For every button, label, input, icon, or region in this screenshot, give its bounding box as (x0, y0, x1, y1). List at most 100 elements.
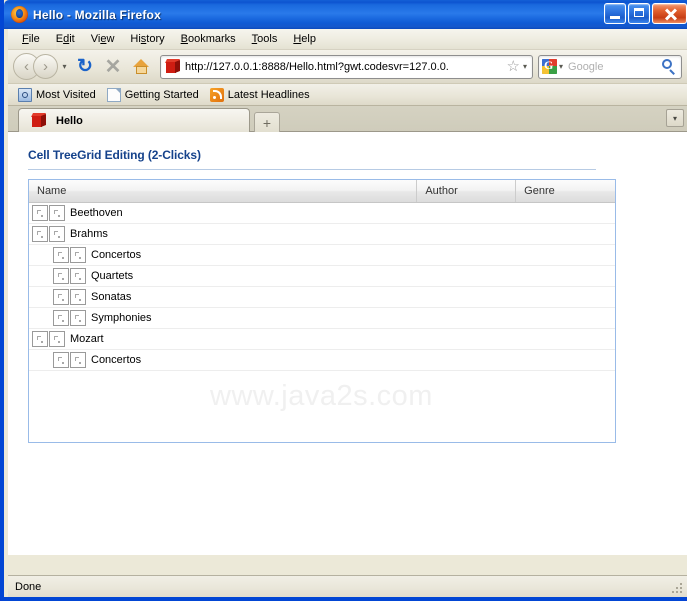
expander-broken-image-icon[interactable] (53, 247, 69, 263)
expander-broken-image-icon[interactable] (53, 352, 69, 368)
chevron-down-icon[interactable]: ▾ (523, 62, 527, 71)
expander-broken-image-icon[interactable] (32, 331, 48, 347)
expander-broken-image-icon[interactable] (53, 289, 69, 305)
node-broken-image-icon[interactable] (70, 310, 86, 326)
minimize-button[interactable] (604, 3, 626, 24)
page-content: Cell TreeGrid Editing (2-Clicks) Name Aut… (8, 132, 687, 443)
menu-bookmarks[interactable]: Bookmarks (173, 31, 244, 47)
home-button[interactable] (128, 54, 154, 80)
page-icon (106, 87, 121, 102)
table-row[interactable]: Concertos (29, 350, 615, 371)
bookmark-label: Latest Headlines (227, 88, 310, 101)
search-input[interactable]: Google (568, 61, 660, 73)
search-bar[interactable]: G ▾ Google (538, 54, 682, 79)
title-bar: Hello - Mozilla Firefox (4, 0, 687, 29)
cell-name[interactable]: Mozart (29, 329, 417, 350)
node-broken-image-icon[interactable] (70, 268, 86, 284)
table-row[interactable]: Symphonies (29, 308, 615, 329)
node-broken-image-icon[interactable] (70, 352, 86, 368)
close-button[interactable] (652, 3, 687, 24)
menu-bar: File Edit View History Bookmarks Tools H… (8, 29, 687, 50)
browser-window-root: Hello - Mozilla Firefox File Edit View H… (0, 0, 687, 601)
stop-button[interactable]: ✕ (100, 54, 126, 80)
url-input[interactable]: http://127.0.0.1:8888/Hello.html?gwt.cod… (185, 61, 504, 73)
menu-history[interactable]: History (122, 31, 172, 47)
bookmark-label: Getting Started (124, 88, 199, 101)
table-row[interactable]: Brahms (29, 224, 615, 245)
row-name-label: Concertos (91, 249, 142, 261)
expander-broken-image-icon[interactable] (32, 205, 48, 221)
cell-name[interactable]: Symphonies (29, 308, 417, 329)
row-name-label: Mozart (70, 333, 104, 345)
table-row[interactable]: Mozart (29, 329, 615, 350)
forward-button[interactable]: › (33, 54, 58, 79)
cell-name[interactable]: Concertos (29, 245, 417, 266)
stop-icon: ✕ (104, 55, 122, 78)
row-name-label: Symphonies (91, 312, 152, 324)
row-name-label: Brahms (70, 228, 108, 240)
bookmark-most-visited[interactable]: Most Visited (16, 87, 101, 103)
tab-list-button[interactable]: ▾ (666, 109, 684, 127)
search-magnifier-icon[interactable] (660, 58, 678, 76)
bookmark-star-icon[interactable]: ☆ (507, 59, 520, 74)
row-name-label: Beethoven (70, 207, 123, 219)
node-broken-image-icon[interactable] (49, 331, 65, 347)
search-engine-dropdown-icon[interactable]: ▾ (559, 62, 563, 71)
menu-edit[interactable]: Edit (48, 31, 83, 47)
bookmark-latest-headlines[interactable]: Latest Headlines (208, 87, 315, 103)
table-row[interactable]: Concertos (29, 245, 615, 266)
menu-view[interactable]: View (83, 31, 123, 47)
menu-help[interactable]: Help (285, 31, 324, 47)
column-header-genre[interactable]: Genre (516, 180, 616, 202)
expander-broken-image-icon[interactable] (53, 268, 69, 284)
cell-name[interactable]: Brahms (29, 224, 417, 245)
back-arrow-icon: ‹ (24, 58, 29, 75)
cell-name[interactable]: Sonatas (29, 287, 417, 308)
column-header-label: Name (37, 185, 67, 197)
bookmarks-toolbar: Most Visited Getting Started Latest Head… (8, 84, 687, 106)
window-controls (604, 3, 687, 24)
expander-broken-image-icon[interactable] (32, 226, 48, 242)
maximize-button[interactable] (628, 3, 650, 24)
google-icon: G (542, 59, 557, 74)
rss-feed-icon (209, 87, 224, 102)
column-header-label: Genre (524, 185, 555, 197)
table-row[interactable]: Quartets (29, 266, 615, 287)
tab-hello[interactable]: Hello (18, 108, 250, 132)
column-header-author[interactable]: Author (417, 180, 517, 202)
window-frame: Hello - Mozilla Firefox File Edit View H… (0, 0, 687, 601)
most-visited-icon (18, 87, 32, 102)
browser-client-area: File Edit View History Bookmarks Tools H… (8, 29, 687, 597)
home-icon (132, 59, 150, 74)
gwt-cube-icon (31, 113, 47, 128)
node-broken-image-icon[interactable] (70, 289, 86, 305)
plus-icon: + (262, 114, 272, 131)
menu-file[interactable]: File (14, 31, 48, 47)
back-forward-dropdown-icon[interactable]: ▾ (59, 62, 70, 71)
new-tab-button[interactable]: + (254, 112, 280, 132)
node-broken-image-icon[interactable] (49, 226, 65, 242)
nav-buttons: ‹ › ▾ ↻ ✕ (13, 53, 154, 80)
bookmark-getting-started[interactable]: Getting Started (105, 87, 204, 103)
tab-strip: Hello + ▾ (8, 106, 687, 132)
page-title: Cell TreeGrid Editing (2-Clicks) (28, 148, 201, 162)
resize-grip[interactable] (672, 583, 684, 595)
menu-tools[interactable]: Tools (244, 31, 286, 47)
table-row[interactable]: Sonatas (29, 287, 615, 308)
cell-name[interactable]: Concertos (29, 350, 417, 371)
treegrid-body: Beethoven Brahms Concertos Quartets Sonatas S… (29, 203, 615, 371)
node-broken-image-icon[interactable] (70, 247, 86, 263)
expander-broken-image-icon[interactable] (53, 310, 69, 326)
table-row[interactable]: Beethoven (29, 203, 615, 224)
treegrid-header: Name Author Genre (29, 180, 616, 203)
cell-name[interactable]: Quartets (29, 266, 417, 287)
window-title: Hello - Mozilla Firefox (33, 7, 161, 22)
node-broken-image-icon[interactable] (49, 205, 65, 221)
column-header-name[interactable]: Name (29, 180, 418, 202)
reload-icon: ↻ (77, 56, 93, 77)
cell-name[interactable]: Beethoven (29, 203, 417, 224)
url-bar[interactable]: http://127.0.0.1:8888/Hello.html?gwt.cod… (160, 54, 533, 79)
forward-arrow-icon: › (43, 58, 48, 75)
reload-button[interactable]: ↻ (72, 54, 98, 80)
gwt-cube-icon (165, 59, 181, 74)
